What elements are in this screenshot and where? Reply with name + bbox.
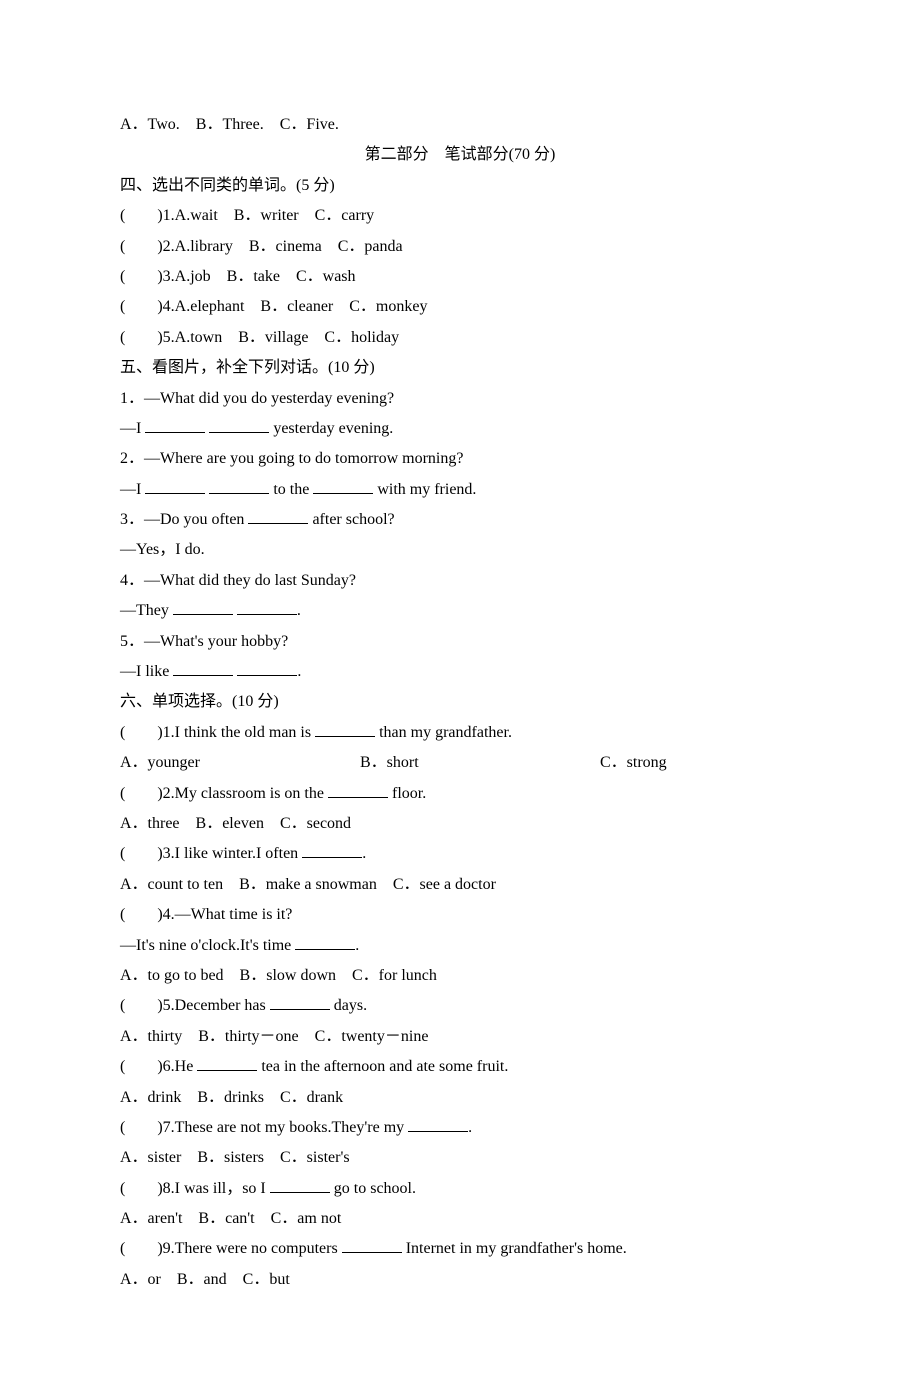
- s5-q1-answer: —I yesterday evening.: [120, 414, 800, 444]
- s6-q5-pre: ( )5.December has: [120, 997, 270, 1014]
- s6-q6-post: tea in the afternoon and ate some fruit.: [257, 1058, 508, 1075]
- s5-q3-answer: —Yes，I do.: [120, 535, 800, 565]
- blank: [315, 720, 375, 737]
- s5-q4-question: 4．—What did they do last Sunday?: [120, 566, 800, 596]
- s4-item5: ( )5.A.town B．village C．holiday: [120, 323, 800, 353]
- s5-q3-question: 3．—Do you often after school?: [120, 505, 800, 535]
- section-4-heading: 四、选出不同类的单词。(5 分): [120, 171, 800, 201]
- s6-q4-l2-post: .: [355, 937, 359, 954]
- s6-q5-options: A．thirty B．thirty－one C．twenty－nine: [120, 1022, 800, 1052]
- blank: [145, 416, 205, 433]
- s5-q4-a-post: .: [297, 602, 301, 619]
- s6-q1-opt-c: C．strong: [600, 748, 800, 778]
- blank: [270, 1176, 330, 1193]
- section-6-heading: 六、单项选择。(10 分): [120, 687, 800, 717]
- s4-item4: ( )4.A.elephant B．cleaner C．monkey: [120, 292, 800, 322]
- part2-title: 第二部分 笔试部分(70 分): [120, 140, 800, 170]
- s6-q9-options: A．or B．and C．but: [120, 1265, 800, 1295]
- blank: [302, 841, 362, 858]
- s6-q1-pre: ( )1.I think the old man is: [120, 724, 315, 741]
- blank: [237, 598, 297, 615]
- s6-q9-pre: ( )9.There were no computers: [120, 1240, 342, 1257]
- s6-q1-opt-a: A．younger: [120, 748, 360, 778]
- s5-q5-answer: —I like .: [120, 657, 800, 687]
- s6-q6-stem: ( )6.He tea in the afternoon and ate som…: [120, 1052, 800, 1082]
- blank: [270, 993, 330, 1010]
- blank: [328, 781, 388, 798]
- s6-q2-options: A．three B．eleven C．second: [120, 809, 800, 839]
- s5-q1-question: 1．—What did you do yesterday evening?: [120, 384, 800, 414]
- s5-q2-a-mid: to the: [269, 481, 313, 498]
- s5-q2-answer: —I to the with my friend.: [120, 475, 800, 505]
- s5-q2-a-post: with my friend.: [373, 481, 476, 498]
- s5-q4-answer: —They .: [120, 596, 800, 626]
- s6-q8-options: A．aren't B．can't C．am not: [120, 1204, 800, 1234]
- s4-item2: ( )2.A.library B．cinema C．panda: [120, 232, 800, 262]
- s6-q3-options: A．count to ten B．make a snowman C．see a …: [120, 870, 800, 900]
- s5-q2-question: 2．—Where are you going to do tomorrow mo…: [120, 444, 800, 474]
- blank: [342, 1236, 402, 1253]
- s6-q9-stem: ( )9.There were no computers Internet in…: [120, 1234, 800, 1264]
- s6-q2-post: floor.: [388, 785, 426, 802]
- s6-q5-stem: ( )5.December has days.: [120, 991, 800, 1021]
- s6-q3-pre: ( )3.I like winter.I often: [120, 845, 302, 862]
- s5-q2-a-pre: —I: [120, 481, 145, 498]
- s5-q3-q-post: after school?: [308, 511, 394, 528]
- s6-q1-stem: ( )1.I think the old man is than my gran…: [120, 718, 800, 748]
- blank: [145, 477, 205, 494]
- blank: [209, 416, 269, 433]
- s6-q5-post: days.: [330, 997, 367, 1014]
- s6-q8-stem: ( )8.I was ill，so I go to school.: [120, 1174, 800, 1204]
- blank: [173, 598, 233, 615]
- prev-question-options: A．Two. B．Three. C．Five.: [120, 110, 800, 140]
- s6-q6-options: A．drink B．drinks C．drank: [120, 1083, 800, 1113]
- s6-q6-pre: ( )6.He: [120, 1058, 197, 1075]
- s5-q3-q-pre: 3．—Do you often: [120, 511, 248, 528]
- section-5-heading: 五、看图片，补全下列对话。(10 分): [120, 353, 800, 383]
- s6-q8-pre: ( )8.I was ill，so I: [120, 1180, 270, 1197]
- s6-q7-options: A．sister B．sisters C．sister's: [120, 1143, 800, 1173]
- blank: [173, 659, 233, 676]
- s5-q5-question: 5．—What's your hobby?: [120, 627, 800, 657]
- s5-q1-a-pre: —I: [120, 420, 145, 437]
- s6-q1-post: than my grandfather.: [375, 724, 512, 741]
- document-page: A．Two. B．Three. C．Five. 第二部分 笔试部分(70 分) …: [0, 0, 920, 1375]
- s6-q3-post: .: [362, 845, 366, 862]
- s6-q4-l2-pre: —It's nine o'clock.It's time: [120, 937, 295, 954]
- s6-q7-post: .: [468, 1119, 472, 1136]
- blank: [248, 507, 308, 524]
- blank: [408, 1115, 468, 1132]
- blank: [313, 477, 373, 494]
- s5-q4-a-pre: —They: [120, 602, 173, 619]
- s4-item3: ( )3.A.job B．take C．wash: [120, 262, 800, 292]
- s6-q7-pre: ( )7.These are not my books.They're my: [120, 1119, 408, 1136]
- s6-q2-stem: ( )2.My classroom is on the floor.: [120, 779, 800, 809]
- s6-q4-line2: —It's nine o'clock.It's time .: [120, 931, 800, 961]
- s6-q3-stem: ( )3.I like winter.I often .: [120, 839, 800, 869]
- s6-q9-post: Internet in my grandfather's home.: [402, 1240, 627, 1257]
- s5-q5-a-pre: —I like: [120, 663, 173, 680]
- s6-q2-pre: ( )2.My classroom is on the: [120, 785, 328, 802]
- s6-q8-post: go to school.: [330, 1180, 416, 1197]
- blank: [237, 659, 297, 676]
- s6-q1-opt-b: B．short: [360, 748, 600, 778]
- s4-item1: ( )1.A.wait B．writer C．carry: [120, 201, 800, 231]
- s5-q5-a-post: .: [297, 663, 301, 680]
- s6-q4-stem: ( )4.—What time is it?: [120, 900, 800, 930]
- s6-q7-stem: ( )7.These are not my books.They're my .: [120, 1113, 800, 1143]
- s6-q4-options: A．to go to bed B．slow down C．for lunch: [120, 961, 800, 991]
- s5-q1-a-post: yesterday evening.: [269, 420, 393, 437]
- blank: [209, 477, 269, 494]
- blank: [295, 933, 355, 950]
- blank: [197, 1054, 257, 1071]
- s6-q1-options: A．younger B．short C．strong: [120, 748, 800, 778]
